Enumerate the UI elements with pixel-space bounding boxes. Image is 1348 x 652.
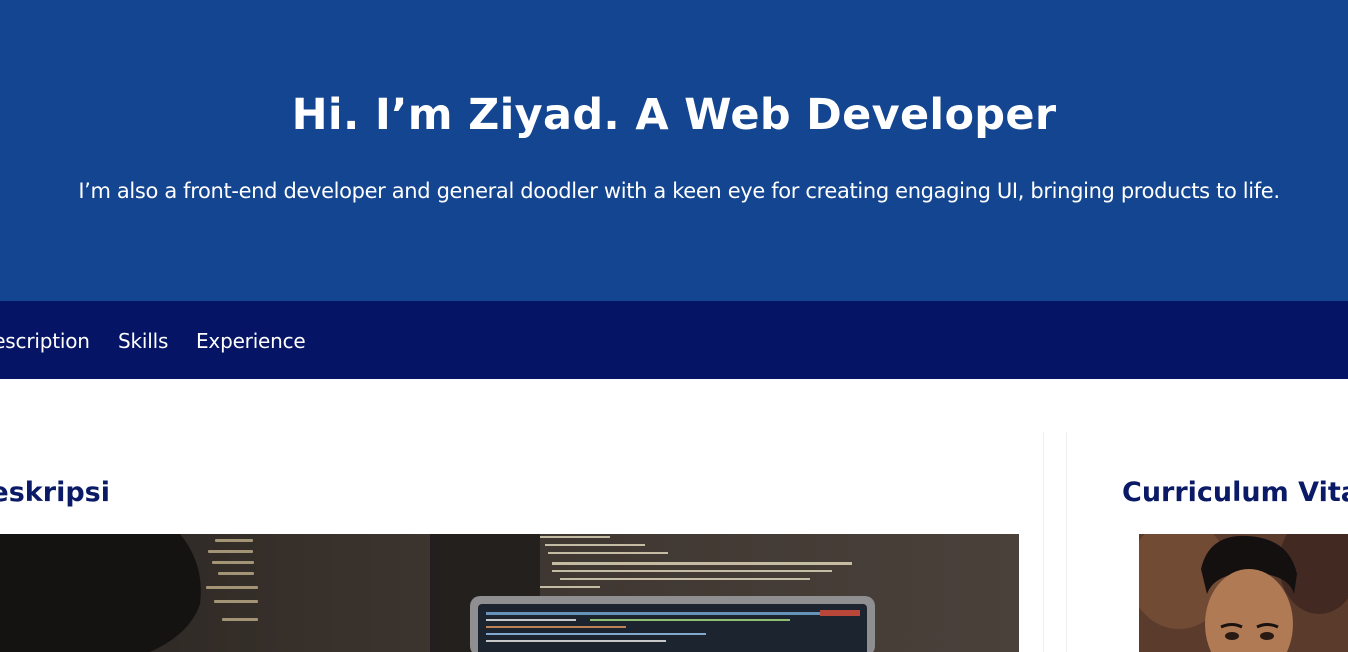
nav-link-skills[interactable]: Skills xyxy=(118,327,168,355)
description-heading: Deskripsi xyxy=(0,477,110,508)
nav-link-description[interactable]: Description xyxy=(0,327,90,355)
laptop-code-photo xyxy=(0,534,1019,652)
profile-photo xyxy=(1139,534,1348,652)
nav-link-experience[interactable]: Experience xyxy=(196,327,306,355)
hero-subtitle: I’m also a front-end developer and gener… xyxy=(78,179,1280,203)
laptop-code-illustration xyxy=(0,534,1019,652)
hero-banner: Hi. I’m Ziyad. A Web Developer I’m also … xyxy=(0,0,1348,301)
main-navbar: Description Skills Experience xyxy=(0,301,1348,379)
cv-heading: Curriculum Vitae xyxy=(1122,477,1348,508)
hero-title: Hi. I’m Ziyad. A Web Developer xyxy=(291,90,1057,140)
profile-illustration xyxy=(1139,534,1348,652)
